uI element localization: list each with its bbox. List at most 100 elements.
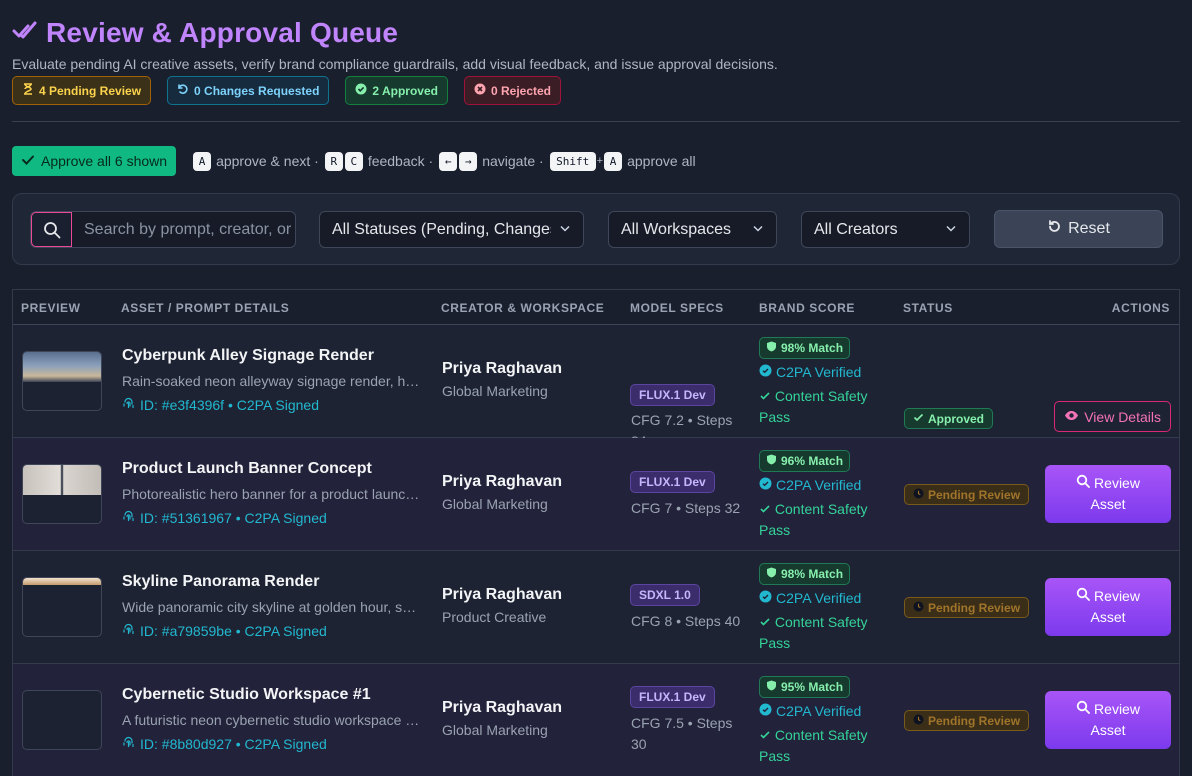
clock-icon <box>913 714 924 728</box>
table-row[interactable]: Product Launch Banner Concept Photoreali… <box>13 438 1179 551</box>
creator-workspace: Global Marketing <box>442 496 548 512</box>
table-row[interactable]: Cyberpunk Alley Signage Render Rain-soak… <box>13 325 1179 449</box>
status-filter-select[interactable]: All Statuses (Pending, Changes Requested… <box>319 211 584 248</box>
column-header-actions: ACTIONS <box>1111 301 1170 315</box>
asset-title: Skyline Panorama Render <box>122 573 320 590</box>
search-input[interactable] <box>72 212 295 247</box>
status-badge: Approved <box>904 408 994 429</box>
hourglass-icon <box>22 83 34 98</box>
check-circle-icon <box>355 83 367 98</box>
search-icon <box>1076 473 1090 494</box>
status-badge: Pending Review <box>904 484 1030 505</box>
bulk-action-bar: Approve all 6 shown A approve & next · R… <box>12 146 701 176</box>
rejected-count-badge[interactable]: 0 Rejected <box>463 76 562 105</box>
asset-title: Product Launch Banner Concept <box>122 460 372 477</box>
table-row[interactable]: Cybernetic Studio Workspace #1 A futuris… <box>13 664 1179 776</box>
table-header: PREVIEW ASSET / PROMPT DETAILS CREATOR &… <box>13 289 1179 325</box>
rotate-ccw-icon <box>177 83 189 98</box>
asset-prompt: Photorealistic hero banner for a product… <box>122 486 420 502</box>
view-details-button[interactable]: View Details <box>1054 401 1171 432</box>
kbd-key: → <box>459 151 478 171</box>
brand-score-badge: 98% Match <box>759 337 851 359</box>
fingerprint-icon <box>122 510 135 526</box>
creator-name: Priya Raghavan <box>442 473 563 490</box>
search-box <box>30 211 296 248</box>
model-specs: CFG 8 • Steps 40 <box>631 613 741 629</box>
column-header-preview: PREVIEW <box>21 301 81 315</box>
kbd-key: ← <box>439 151 458 171</box>
asset-id: ID: #8b80d927 • C2PA Signed <box>122 736 327 752</box>
creator-filter-select[interactable]: All Creators <box>801 211 970 248</box>
creator-workspace: Global Marketing <box>442 383 548 399</box>
filter-panel: All Statuses (Pending, Changes Requested… <box>12 193 1180 265</box>
review-asset-button[interactable]: Review Asset <box>1045 691 1171 749</box>
content-safety: Content Safety Pass <box>759 501 868 538</box>
clock-icon <box>913 488 924 502</box>
kbd-key: R <box>324 151 343 171</box>
creator-workspace: Global Marketing <box>442 722 548 738</box>
asset-id: ID: #a79859be • C2PA Signed <box>122 623 327 639</box>
review-queue-table: PREVIEW ASSET / PROMPT DETAILS CREATOR &… <box>12 289 1180 776</box>
model-badge: FLUX.1 Dev <box>630 471 715 493</box>
eye-icon <box>1064 408 1079 426</box>
page-title: Review & Approval Queue <box>46 17 399 48</box>
creator-workspace: Product Creative <box>442 609 547 625</box>
status-badge: Pending Review <box>904 710 1030 731</box>
column-header-asset: ASSET / PROMPT DETAILS <box>121 301 290 315</box>
search-icon <box>1076 699 1090 720</box>
asset-thumbnail[interactable] <box>22 351 102 411</box>
badge-check-icon <box>759 590 772 606</box>
asset-thumbnail[interactable] <box>22 690 102 750</box>
review-asset-button[interactable]: Review Asset <box>1045 465 1171 523</box>
brand-score-badge: 96% Match <box>759 450 851 472</box>
creator-name: Priya Raghavan <box>442 360 563 377</box>
check-icon <box>913 412 924 426</box>
c2pa-verified: C2PA Verified <box>759 364 861 380</box>
shield-icon <box>766 454 777 468</box>
search-icon[interactable] <box>31 212 72 247</box>
search-icon <box>1076 586 1090 607</box>
creator-name: Priya Raghavan <box>442 586 563 603</box>
workspace-filter-select[interactable]: All Workspaces <box>608 211 777 248</box>
chevron-down-icon <box>744 221 764 239</box>
table-row[interactable]: Skyline Panorama Render Wide panoramic c… <box>13 551 1179 664</box>
column-header-model: MODEL SPECS <box>630 301 724 315</box>
brand-score-badge: 98% Match <box>759 563 851 585</box>
check-icon <box>760 731 770 739</box>
shield-icon <box>766 680 777 694</box>
review-asset-button[interactable]: Review Asset <box>1045 578 1171 636</box>
asset-thumbnail[interactable] <box>22 464 102 524</box>
brand-score-badge: 95% Match <box>759 676 851 698</box>
kbd-key: A <box>193 151 212 171</box>
model-badge: SDXL 1.0 <box>630 584 700 606</box>
asset-prompt: Rain-soaked neon alleyway signage render… <box>122 373 420 389</box>
check-icon <box>760 392 770 400</box>
c2pa-verified: C2PA Verified <box>759 477 861 493</box>
asset-thumbnail[interactable] <box>22 577 102 637</box>
changes-count-badge[interactable]: 0 Changes Requested <box>167 76 330 105</box>
divider <box>12 121 1180 122</box>
clock-icon <box>913 601 924 615</box>
content-safety: Content Safety Pass <box>759 388 868 425</box>
reset-filters-button[interactable]: Reset <box>994 210 1163 248</box>
model-badge: FLUX.1 Dev <box>630 686 715 708</box>
reset-icon <box>1047 219 1062 239</box>
column-header-creator: CREATOR & WORKSPACE <box>441 301 605 315</box>
c2pa-verified: C2PA Verified <box>759 590 861 606</box>
model-specs: CFG 7.5 • Steps 30 <box>631 715 733 752</box>
page-subtitle: Evaluate pending AI creative assets, ver… <box>12 56 778 72</box>
chevron-down-icon <box>937 221 957 239</box>
content-safety: Content Safety Pass <box>759 727 868 764</box>
creator-name: Priya Raghavan <box>442 699 563 716</box>
approved-count-badge[interactable]: 2 Approved <box>345 76 448 105</box>
asset-id: ID: #e3f4396f • C2PA Signed <box>122 397 319 413</box>
asset-prompt: Wide panoramic city skyline at golden ho… <box>122 599 420 615</box>
fingerprint-icon <box>122 397 135 413</box>
check-icon <box>21 153 35 170</box>
approve-all-button[interactable]: Approve all 6 shown <box>12 146 177 176</box>
x-circle-icon <box>474 83 486 98</box>
badge-check-icon <box>759 703 772 719</box>
fingerprint-icon <box>122 623 135 639</box>
pending-count-badge[interactable]: 4 Pending Review <box>12 76 152 105</box>
check-icon <box>760 505 770 513</box>
